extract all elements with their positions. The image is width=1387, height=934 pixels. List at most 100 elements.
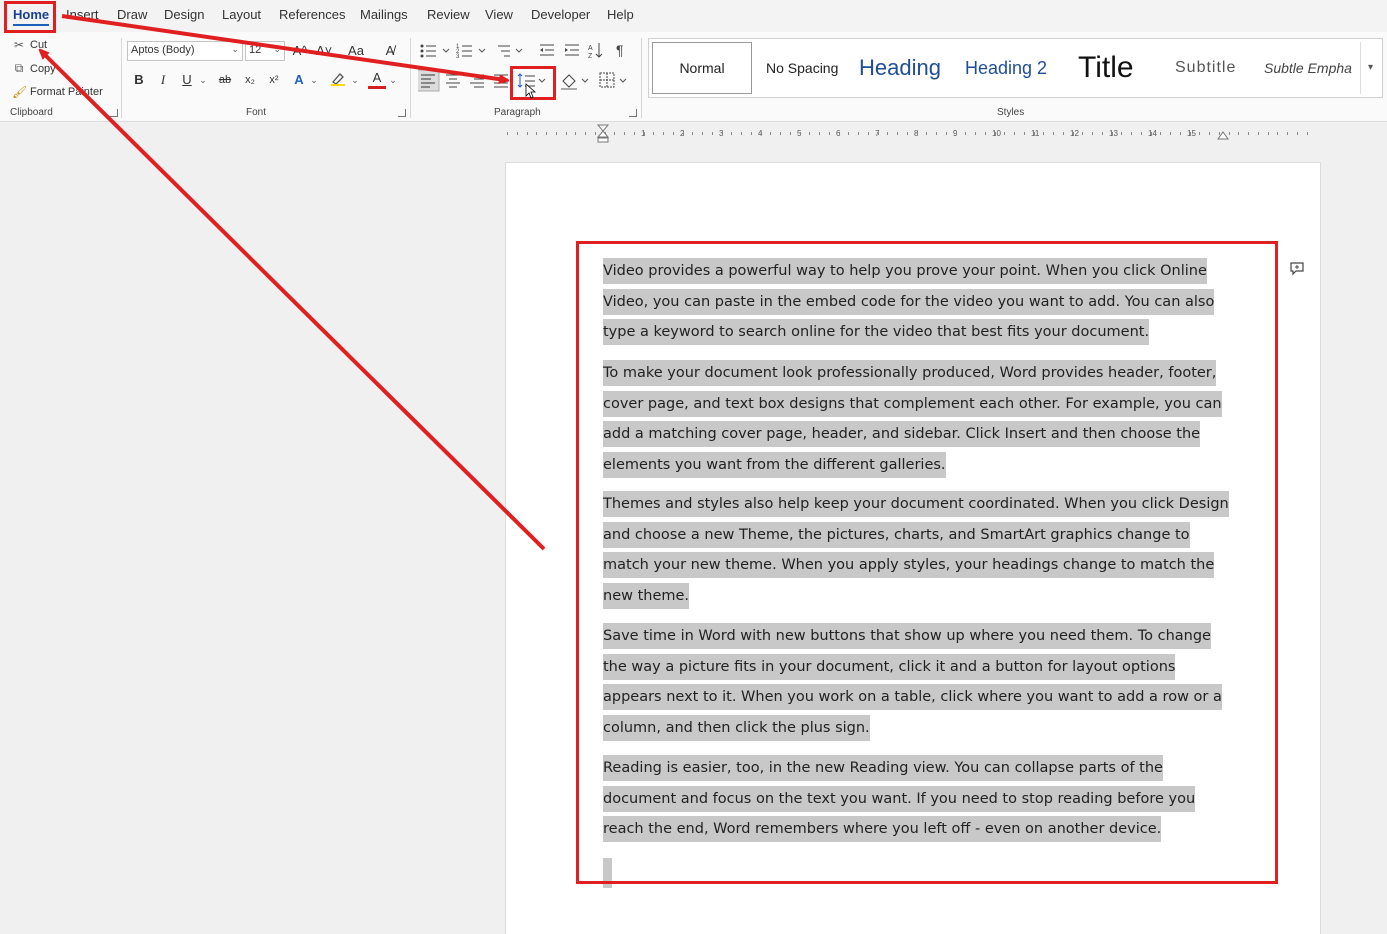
ruler-number: 14	[1148, 129, 1157, 138]
bullets-icon[interactable]	[420, 44, 450, 58]
font-color-icon[interactable]: A	[368, 68, 386, 89]
ruler-tick	[585, 132, 586, 135]
ruler-tick	[955, 132, 957, 135]
ruler-tick	[1287, 132, 1288, 135]
tab-design[interactable]: Design	[164, 7, 204, 22]
font-family-select[interactable]: Aptos (Body) ⌄	[127, 41, 243, 61]
font-launcher-icon[interactable]	[398, 109, 406, 117]
align-left-icon[interactable]	[418, 69, 440, 92]
underline-button[interactable]: U	[179, 70, 195, 90]
shrink-font-button[interactable]: A˅	[316, 41, 332, 61]
scissors-icon: ✂	[13, 38, 25, 52]
tab-help[interactable]: Help	[607, 7, 634, 22]
clipboard-launcher-icon[interactable]	[110, 109, 118, 117]
format-painter-button[interactable]: 🖌 Format Painter	[12, 85, 103, 99]
pilcrow-icon[interactable]: ¶	[616, 42, 624, 58]
tab-draw[interactable]: Draw	[117, 7, 147, 22]
multilevel-list-icon[interactable]	[498, 45, 523, 57]
ruler-tick	[731, 132, 733, 135]
copy-button[interactable]: ⧉ Copy	[12, 61, 56, 76]
chevron-down-icon[interactable]: ⌄	[198, 70, 208, 90]
style-no-spacing[interactable]: No Spacing	[766, 39, 838, 97]
tab-review[interactable]: Review	[427, 7, 470, 22]
style-heading-2[interactable]: Heading 2	[965, 39, 1047, 97]
tab-developer[interactable]: Developer	[531, 7, 590, 22]
sort-icon[interactable]: AZ	[588, 43, 603, 60]
ruler-tick	[653, 132, 655, 135]
numbering-icon[interactable]: 1 2 3	[456, 44, 486, 60]
ruler-tick	[1111, 132, 1113, 135]
ruler-tick	[789, 132, 791, 135]
ruler-tick	[1189, 132, 1191, 135]
subscript-button[interactable]: x₂	[241, 70, 259, 90]
justify-icon[interactable]	[494, 74, 508, 88]
ruler-tick	[536, 132, 538, 135]
ruler-tick	[1043, 132, 1045, 135]
shading-icon[interactable]	[561, 74, 589, 90]
chevron-down-icon: ⌄	[231, 44, 239, 54]
tab-insert[interactable]: Insert	[66, 7, 99, 22]
cut-button[interactable]: ✂ Cut	[12, 38, 47, 52]
chevron-down-icon[interactable]: ▾	[1360, 42, 1380, 94]
ruler-tick	[1160, 132, 1162, 135]
style-normal[interactable]: Normal	[652, 42, 752, 94]
tab-mailings[interactable]: Mailings	[360, 7, 408, 22]
copy-label: Copy	[30, 62, 56, 75]
chevron-down-icon[interactable]: ⌄	[350, 70, 360, 90]
styles-group-label: Styles	[997, 107, 1025, 118]
italic-button[interactable]: I	[155, 70, 171, 90]
clear-formatting-icon[interactable]: A̸	[380, 41, 400, 61]
divider	[641, 38, 642, 118]
align-center-icon[interactable]	[446, 74, 460, 88]
comment-icon[interactable]	[1289, 260, 1305, 279]
ruler-tick	[1053, 132, 1054, 135]
strikethrough-button[interactable]: ab	[215, 70, 235, 90]
change-case-button[interactable]: Aa	[342, 41, 370, 61]
copy-icon: ⧉	[14, 61, 24, 75]
text-effects-icon[interactable]: A	[290, 70, 308, 90]
style-heading[interactable]: Heading	[859, 39, 941, 97]
home-tab-highlight	[4, 1, 56, 33]
ruler-tick	[692, 132, 694, 135]
ruler-tick	[945, 132, 947, 135]
align-right-icon[interactable]	[470, 74, 484, 88]
superscript-button[interactable]: x²	[265, 70, 283, 90]
font-size-select[interactable]: 12 ⌄	[245, 41, 285, 61]
borders-icon[interactable]	[599, 72, 627, 88]
ruler-tick	[575, 132, 577, 135]
paragraph-launcher-icon[interactable]	[629, 109, 637, 117]
ruler-tick	[1033, 132, 1035, 135]
ruler-tick	[1150, 132, 1152, 135]
tab-view[interactable]: View	[485, 7, 513, 22]
ruler-tick	[828, 132, 830, 135]
decrease-indent-icon[interactable]	[540, 44, 554, 56]
ruler-tick	[682, 132, 684, 135]
tab-layout[interactable]: Layout	[222, 7, 261, 22]
ruler-tick	[1199, 132, 1201, 135]
grow-font-button[interactable]: A^	[292, 41, 308, 61]
ruler-tick	[819, 132, 820, 135]
chevron-down-icon[interactable]: ⌄	[388, 70, 398, 90]
style-subtitle[interactable]: Subtitle	[1175, 39, 1236, 97]
ruler-tick	[877, 132, 879, 135]
indent-marker-icon[interactable]	[596, 124, 610, 144]
highlight-icon[interactable]	[329, 70, 347, 90]
tab-references[interactable]: References	[279, 7, 345, 22]
ruler-tick	[1014, 132, 1015, 135]
ruler-tick	[1131, 132, 1132, 135]
chevron-down-icon[interactable]: ⌄	[309, 70, 319, 90]
ruler-tick	[760, 132, 762, 135]
bold-button[interactable]: B	[131, 70, 147, 90]
divider	[121, 38, 122, 118]
style-subtle-emphasis[interactable]: Subtle Empha	[1264, 39, 1352, 97]
ruler-tick	[848, 132, 850, 135]
ruler-tick	[750, 132, 752, 135]
ruler-tick	[809, 132, 811, 135]
style-title[interactable]: Title	[1078, 39, 1134, 97]
horizontal-ruler[interactable]: 123456789101112131415	[0, 124, 1387, 144]
ruler-tick	[1092, 132, 1093, 135]
ruler-tick	[926, 132, 928, 135]
increase-indent-icon[interactable]	[565, 44, 579, 56]
svg-text:3: 3	[456, 54, 460, 60]
right-indent-marker-icon[interactable]	[1216, 129, 1230, 141]
